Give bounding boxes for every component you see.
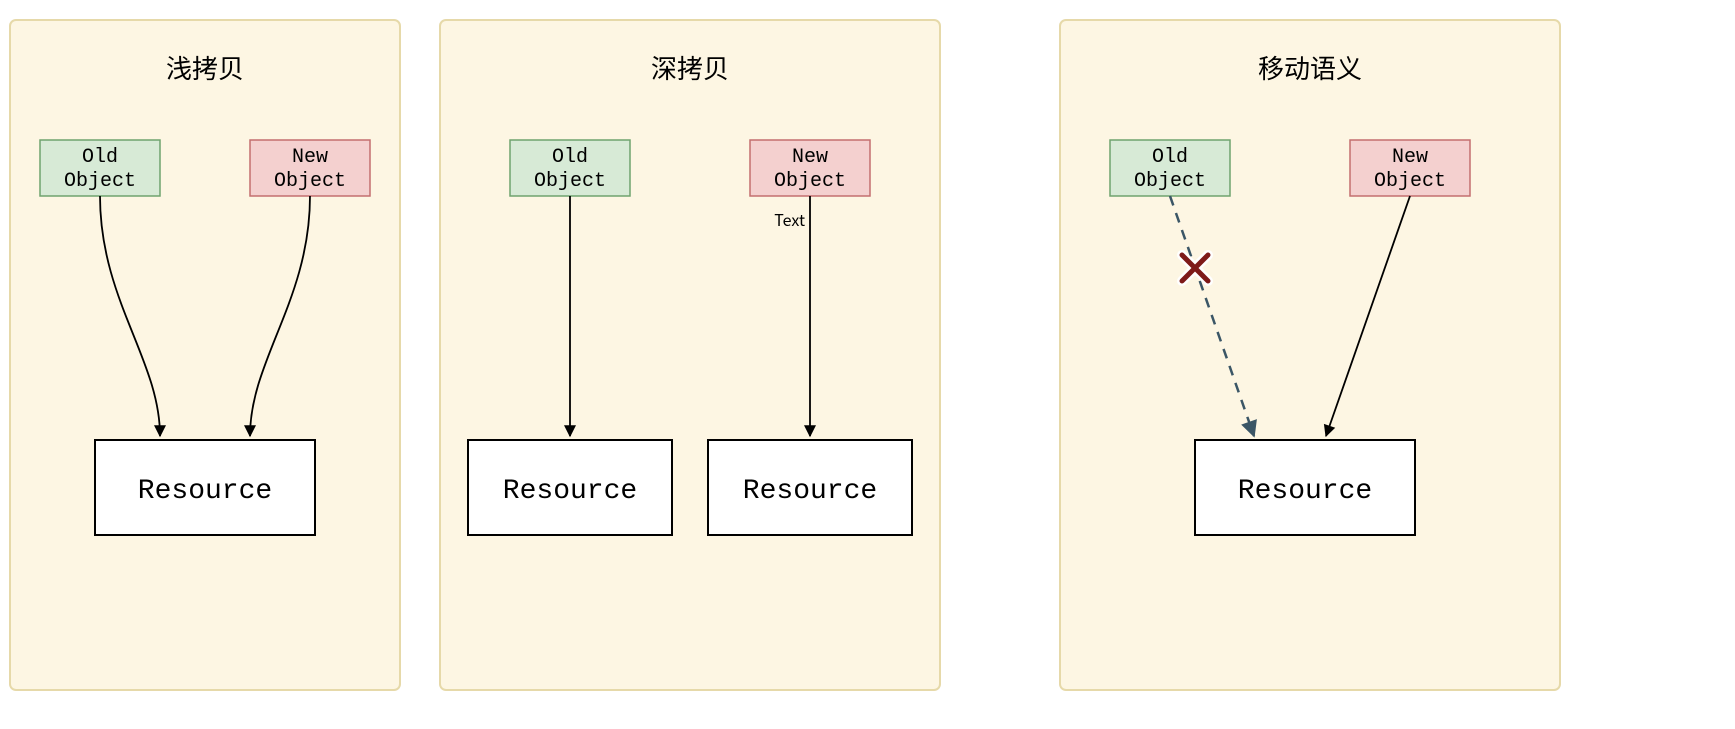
resource-label: Resource <box>138 476 272 507</box>
resource-box-2: Resource <box>708 440 912 535</box>
resource-box-1: Resource <box>468 440 672 535</box>
new-object-box: New Object <box>250 140 370 196</box>
panel-bg <box>10 20 400 690</box>
new-object-line2: Object <box>1374 170 1446 193</box>
new-object-line1: New <box>792 146 828 169</box>
panel-bg <box>1060 20 1560 690</box>
old-object-line1: Old <box>552 146 588 169</box>
old-object-box: Old Object <box>1110 140 1230 196</box>
resource-label-1: Resource <box>503 476 637 507</box>
deep-arrow-label: Text <box>774 207 805 231</box>
old-object-line1: Old <box>1152 146 1188 169</box>
panel-title: 浅拷贝 <box>166 49 244 86</box>
new-object-line1: New <box>1392 146 1428 169</box>
panel-move-semantics: 移动语义 Old Object New Object Resource <box>1060 20 1560 690</box>
new-object-line2: Object <box>274 170 346 193</box>
old-object-box: Old Object <box>40 140 160 196</box>
old-object-box: Old Object <box>510 140 630 196</box>
new-object-box: New Object <box>750 140 870 196</box>
old-object-line2: Object <box>64 170 136 193</box>
panel-title: 移动语义 <box>1258 49 1362 86</box>
new-object-box: New Object <box>1350 140 1470 196</box>
old-object-line2: Object <box>1134 170 1206 193</box>
panel-title: 深拷贝 <box>651 49 729 86</box>
resource-box: Resource <box>95 440 315 535</box>
resource-box: Resource <box>1195 440 1415 535</box>
resource-label: Resource <box>1238 476 1372 507</box>
new-object-line2: Object <box>774 170 846 193</box>
panel-bg <box>440 20 940 690</box>
resource-label-2: Resource <box>743 476 877 507</box>
new-object-line1: New <box>292 146 328 169</box>
panel-shallow-copy: 浅拷贝 Old Object New Object Resource <box>10 20 400 690</box>
old-object-line2: Object <box>534 170 606 193</box>
panel-deep-copy: 深拷贝 Old Object New Object Resource Resou… <box>440 20 940 690</box>
old-object-line1: Old <box>82 146 118 169</box>
